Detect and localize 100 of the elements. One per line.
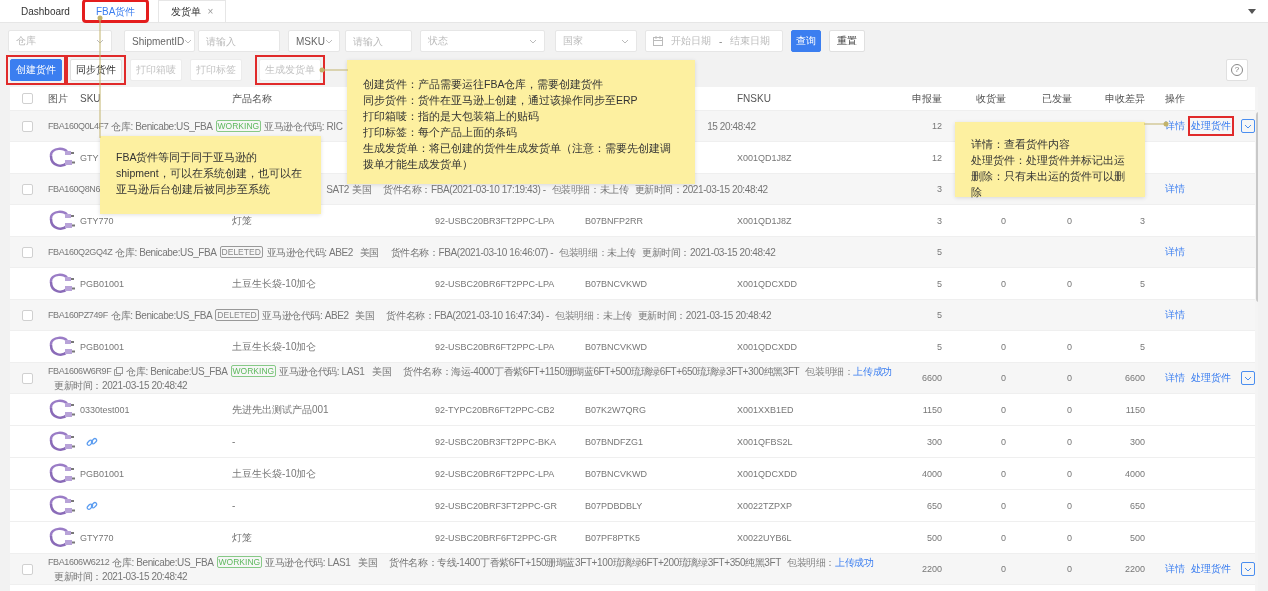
chevron-icon (184, 38, 193, 44)
column-header: 收货量 (976, 91, 1006, 106)
table-cell: 5 (1140, 341, 1145, 352)
checkbox[interactable] (22, 120, 33, 132)
input-field[interactable]: 请输入 (345, 30, 412, 52)
action-link[interactable]: 处理货件 (1191, 119, 1231, 133)
warehouse-text: 仓库: Benicabe:US_FBA (115, 246, 217, 258)
table-cell: 12 (932, 152, 942, 163)
input-field[interactable]: 请输入 (198, 30, 280, 52)
checkbox[interactable] (22, 183, 33, 195)
toolbar-button[interactable]: 创建货件 (10, 59, 62, 81)
table-cell: B07PDBDBLY (585, 500, 643, 511)
column-header: 已发量 (1042, 91, 1072, 106)
table-cell: 92-USBC20BR6FT2PPC-LPA (435, 341, 555, 352)
table-cell: 土豆生长袋-10加仑 (232, 339, 317, 354)
table-cell: 5 (937, 341, 942, 352)
help-button[interactable]: ? (1226, 59, 1248, 81)
warehouse-code: 亚马逊仓代码: LAS1 (279, 365, 365, 377)
link-icon[interactable] (86, 499, 98, 512)
select-field[interactable]: MSKU (288, 30, 340, 52)
table-cell: - (232, 436, 236, 447)
chevron-icon (96, 38, 104, 44)
country-text: 美国 (359, 246, 379, 258)
upload-status: 未上传 (607, 246, 637, 258)
note-text: 同步货件：货件在亚马逊上创建，通过该操作同步至ERP (363, 93, 639, 108)
country-text: 美国 (355, 309, 375, 321)
column-header: 图片 (48, 91, 68, 106)
table-cell: 0 (1001, 404, 1006, 415)
table-cell: X001QDCXDD (737, 341, 798, 352)
table-cell: 0 (1067, 500, 1072, 511)
warehouse-code: 亚马逊仓代码: RIC (264, 120, 343, 132)
search-button[interactable]: 查询 (791, 30, 821, 52)
link-icon[interactable] (86, 435, 98, 448)
caret-icon[interactable] (1248, 8, 1256, 14)
calendar-icon (653, 36, 663, 46)
updated-time: 更新时间：2021-03-15 20:48:42 (54, 570, 188, 584)
table-cell: 0 (1001, 500, 1006, 511)
checkbox[interactable] (22, 309, 33, 321)
table-cell: 0 (1067, 215, 1072, 226)
column-header: FNSKU (737, 93, 771, 104)
field-label: 包装明细： (805, 365, 854, 377)
field-label: 包装明细： (551, 183, 600, 195)
table-cell: 92-USBC20BR3FT2PPC-LPA (435, 215, 555, 226)
warehouse-text: 仓库: Benicabe:US_FBA (126, 365, 228, 377)
note-text: 创建货件：产品需要运往FBA仓库，需要创建货件 (363, 77, 605, 92)
select-field[interactable]: 状态 (420, 30, 545, 52)
table-cell: GTY770 (80, 532, 114, 543)
action-link[interactable]: 详情 (1165, 245, 1185, 259)
status-tag: WORKING (216, 556, 263, 569)
table-cell: X001QD1J8Z (737, 215, 792, 226)
action-link[interactable]: 详情 (1165, 308, 1185, 322)
warehouse-code: 亚马逊仓代码: LAS1 (265, 556, 351, 568)
action-link[interactable]: 详情 (1165, 371, 1185, 385)
status-tag: DELETED (215, 309, 259, 322)
table-cell: 500 (926, 532, 942, 543)
reset-button[interactable]: 重置 (829, 30, 865, 52)
table-cell: 0 (1067, 532, 1072, 543)
table-cell: 0 (1001, 436, 1006, 447)
table-cell: 300 (1129, 436, 1145, 447)
shipment-id: FBA1606W6R9F (48, 366, 112, 377)
table-cell: 0 (1067, 564, 1072, 574)
action-link[interactable]: 处理货件 (1191, 371, 1231, 385)
table-cell: 0 (1067, 436, 1072, 447)
warehouse-text: 仓库: Benicabe:US_FBA (111, 120, 213, 132)
table-cell: B07PF8PTK5 (585, 532, 641, 543)
table-cell: B07BNDFZG1 (585, 436, 644, 447)
shipment-id: FBA1606W6212 (48, 557, 110, 568)
close-button[interactable]: × (207, 6, 214, 17)
country-text: 美国 (372, 365, 392, 377)
checkbox[interactable] (22, 372, 33, 384)
select-field[interactable]: ShipmentID (124, 30, 195, 52)
table-cell: 0 (1067, 341, 1072, 352)
tab[interactable]: FBA货件 (82, 0, 149, 22)
select-field[interactable]: 国家 (555, 30, 637, 52)
note-text: FBA货件等同于同于亚马逊的shipment，可以在系统创建，也可以在亚马逊后台创建后被同步至系统 (116, 150, 303, 197)
status-tag: WORKING (230, 365, 277, 378)
table-cell: 土豆生长袋-10加仑 (232, 466, 317, 481)
upload-status-link[interactable]: 上传成功 (853, 365, 892, 377)
column-header: 申收差异 (1105, 91, 1145, 106)
copy-icon[interactable] (114, 367, 124, 377)
toolbar-button[interactable]: 同步货件 (70, 59, 122, 81)
table-cell: 灯笼 (232, 213, 252, 228)
table-cell: 1150 (922, 404, 942, 415)
table-cell: 0 (1001, 564, 1006, 574)
checkbox[interactable] (22, 93, 33, 104)
checkbox[interactable] (22, 563, 33, 575)
table-cell: 15 20:48:42 (707, 119, 756, 133)
table-cell: 4000 (1124, 468, 1145, 479)
updated-time: 更新时间：2021-03-15 20:48:42 (637, 308, 772, 322)
checkbox[interactable] (22, 246, 33, 258)
shipment-id: FBA160Q0L4F7 (48, 121, 109, 132)
action-link[interactable]: 详情 (1165, 562, 1185, 576)
shipment-id: FBA160PZ749F (48, 310, 108, 321)
table-cell: 0 (1001, 278, 1006, 289)
shipment-name: 货件名称：专线-1400丁香紫6FT+150珊瑚蓝3FT+100琉璃绿6FT+200琉璃绿3FT+350纯黑3FT (389, 555, 781, 569)
action-link[interactable]: 处理货件 (1191, 562, 1231, 576)
action-link[interactable]: 详情 (1165, 182, 1185, 196)
tab[interactable]: 发货单 × (158, 0, 227, 22)
table-cell: B07BNCVKWD (585, 341, 647, 352)
upload-status-link[interactable]: 上传成功 (834, 556, 874, 568)
